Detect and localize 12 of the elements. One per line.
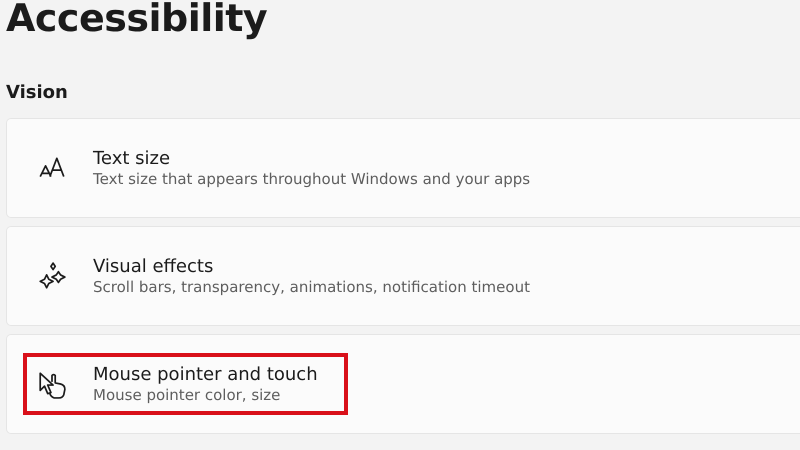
setting-title: Text size — [93, 146, 172, 170]
page-title: Accessibility — [6, 0, 268, 37]
setting-card[interactable]: Mouse pointer and touch Mouse pointer color, size — [6, 334, 800, 434]
setting-card[interactable]: Text size Text size that appears throughout Windows and your apps — [6, 118, 800, 218]
setting-card[interactable]: Visual effects Scroll bars, transparency, animations, notification timeout — [6, 226, 800, 326]
setting-description: Scroll bars, transparency, animations, notification timeout — [93, 278, 530, 298]
sparkles-icon — [37, 260, 67, 291]
setting-description: Text size that appears throughout Windows and your apps — [93, 170, 530, 190]
setting-title: Visual effects — [93, 254, 214, 278]
section-heading: Vision — [6, 81, 69, 105]
setting-title: Mouse pointer and touch — [93, 362, 318, 386]
setting-description: Mouse pointer color, size — [93, 386, 282, 406]
